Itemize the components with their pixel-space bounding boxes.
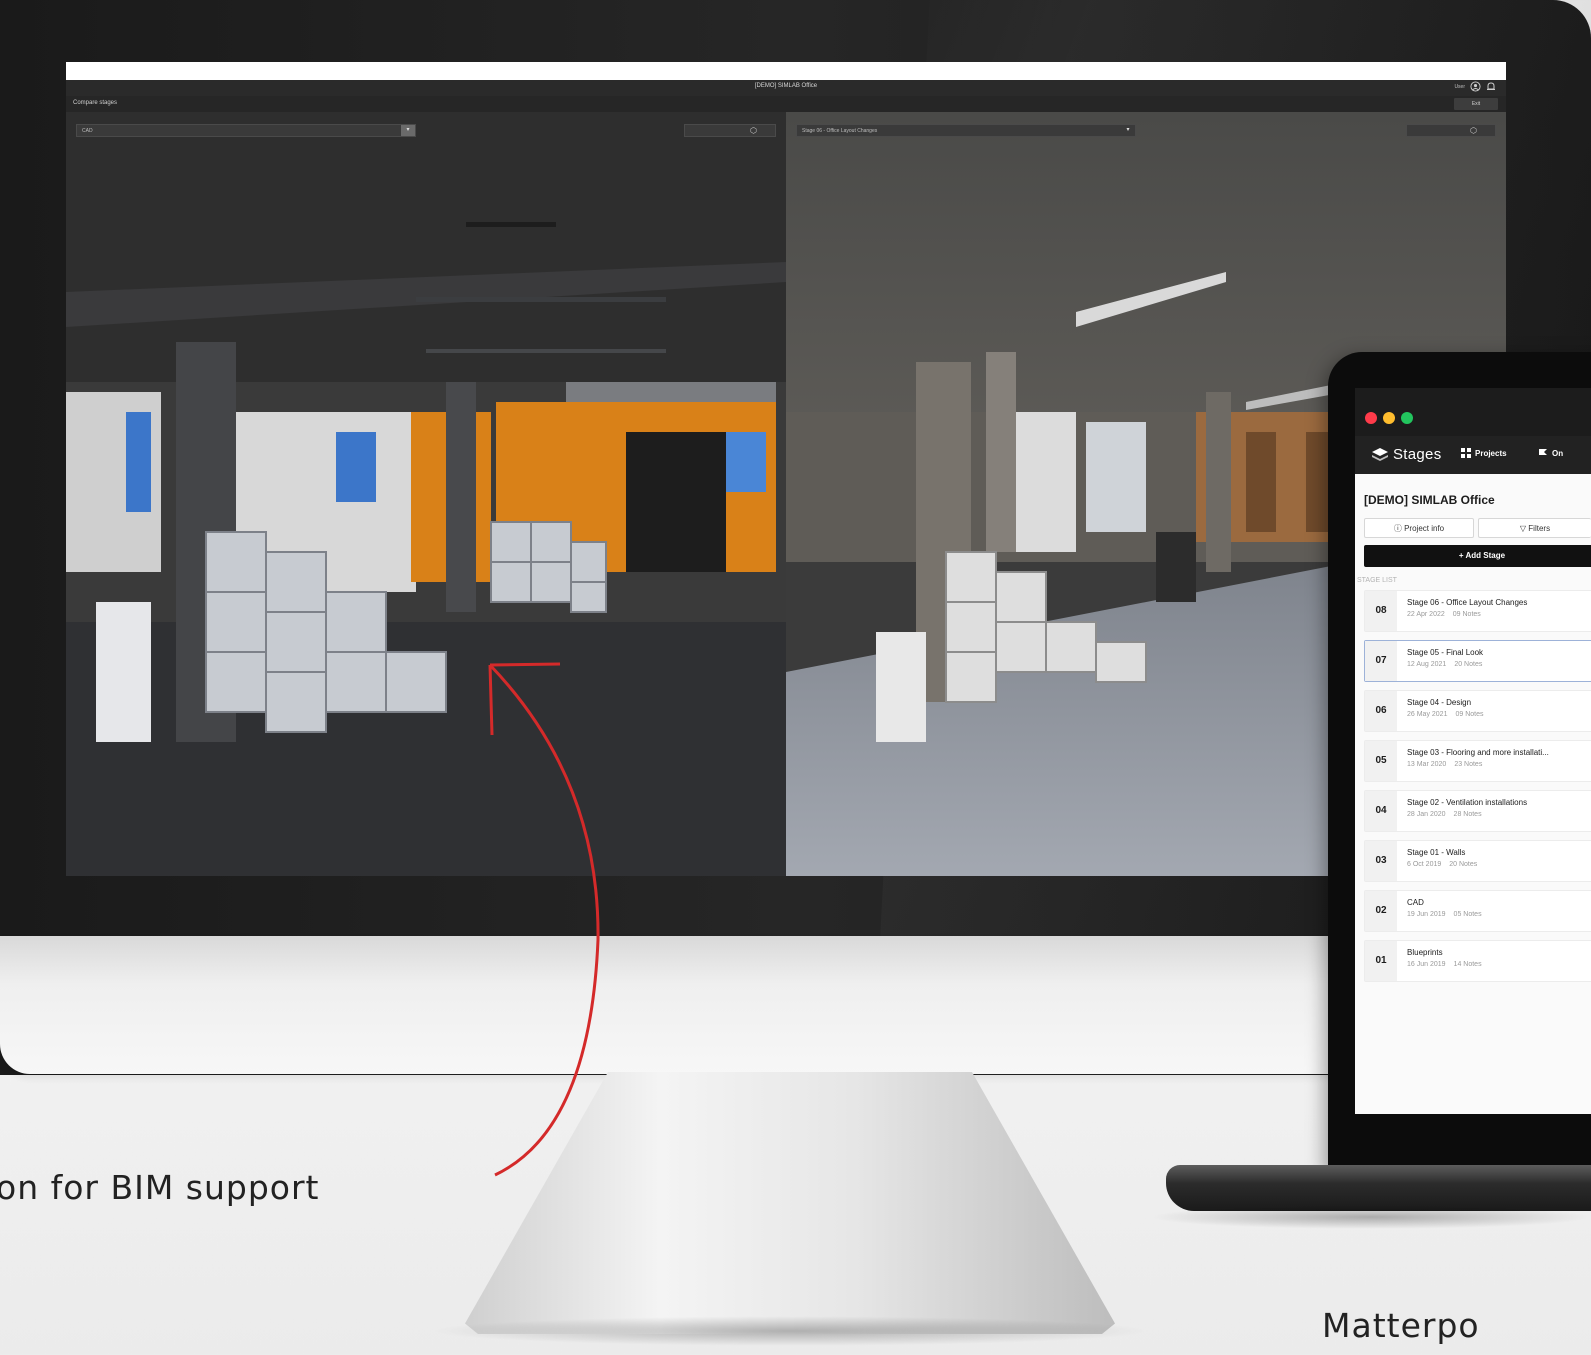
matterport-caption: Matterpo — [1322, 1306, 1480, 1345]
stage-list-label: STAGE LIST — [1357, 577, 1397, 584]
chevron-down-icon[interactable]: ▾ — [1121, 125, 1135, 136]
nav-third-item[interactable]: On — [1552, 449, 1563, 458]
stage-notes: 05 Notes — [1453, 911, 1482, 918]
stage-card[interactable]: 02CAD19 Jun 201905 Notes› — [1364, 890, 1591, 932]
stage-number: 06 — [1365, 691, 1397, 731]
filters-button[interactable]: ▽ Filters — [1478, 518, 1591, 538]
right-stage-select-value: Stage 06 - Office Layout Changes — [802, 128, 878, 134]
filters-label: Filters — [1528, 524, 1551, 533]
grid-icon — [1461, 448, 1471, 458]
close-window-button[interactable] — [1365, 412, 1377, 424]
stage-date: 13 Mar 2020 — [1407, 761, 1447, 768]
stage-date: 28 Jan 2020 — [1407, 811, 1446, 818]
stage-date: 26 May 2021 — [1407, 711, 1448, 718]
stage-name: Stage 05 - Final Look — [1407, 648, 1484, 657]
flag-icon — [1539, 449, 1547, 455]
stage-number: 02 — [1365, 891, 1397, 931]
cube-icon[interactable]: ⬡ — [1470, 126, 1477, 135]
stand-shadow — [430, 1316, 1150, 1346]
stage-card[interactable]: 08 Stage 06 - Office Layout Changes 22 Apr… — [1364, 590, 1591, 632]
stage-card[interactable]: 03Stage 01 - Walls6 Oct 201920 Notes› — [1364, 840, 1591, 882]
app-top-strip — [66, 62, 1506, 80]
desktop-screen: [DEMO] SIMLAB Office User Compare stages… — [66, 62, 1506, 876]
stage-notes: 09 Notes — [1455, 711, 1484, 718]
minimize-window-button[interactable] — [1383, 412, 1395, 424]
window-title: [DEMO] SIMLAB Office — [754, 83, 818, 89]
stage-meta: 12 Aug 2021 20 Notes — [1407, 661, 1490, 668]
right-view-toggle[interactable]: ⬡ — [1406, 124, 1496, 137]
left-stage-select-value: CAD — [82, 128, 93, 134]
stage-meta: 6 Oct 2019 20 Notes — [1407, 861, 1485, 868]
nav-projects[interactable]: Projects — [1475, 449, 1507, 458]
app-header: [DEMO] SIMLAB Office User — [66, 80, 1506, 97]
stage-date: 6 Oct 2019 — [1407, 861, 1442, 868]
laptop-screen: Stages Projects On [DEMO] SIMLAB Office … — [1355, 388, 1591, 1114]
bim-model-view[interactable]: CAD ▾ ⬡ — [66, 112, 786, 876]
chevron-down-icon[interactable]: ▾ — [401, 125, 415, 136]
cube-icon[interactable]: ⬡ — [750, 126, 757, 135]
bell-icon[interactable] — [1486, 81, 1496, 92]
stage-name: Stage 01 - Walls — [1407, 848, 1466, 857]
bim-3d-render — [66, 112, 786, 876]
stage-meta: 16 Jun 2019 14 Notes — [1407, 961, 1490, 968]
stage-notes: 20 Notes — [1454, 661, 1483, 668]
laptop-base-shadow — [1150, 1205, 1591, 1229]
compare-bar: Compare stages Exit — [66, 96, 1506, 113]
stage-name: Blueprints — [1407, 948, 1443, 957]
header-actions: User — [1454, 81, 1496, 92]
stage-number: 05 — [1365, 741, 1397, 781]
add-stage-button[interactable]: + Add Stage — [1364, 545, 1591, 567]
bim-caption: on for BIM support — [0, 1168, 320, 1207]
stage-name: Stage 03 - Flooring and more installati.… — [1407, 748, 1549, 757]
stage-card[interactable]: 04 Stage 02 - Ventilation installations 28… — [1364, 790, 1591, 832]
brand-name: Stages — [1393, 446, 1442, 463]
stage-notes: 09 Notes — [1452, 611, 1481, 618]
stages-logo-icon — [1372, 448, 1388, 461]
project-title: [DEMO] SIMLAB Office — [1364, 493, 1495, 507]
stage-date: 16 Jun 2019 — [1407, 961, 1446, 968]
left-stage-select[interactable]: CAD ▾ — [76, 124, 416, 137]
stage-name: Stage 06 - Office Layout Changes — [1407, 598, 1528, 607]
stage-name: Stage 02 - Ventilation installations — [1407, 798, 1528, 807]
stage-date: 12 Aug 2021 — [1407, 661, 1447, 668]
stage-card[interactable]: 05 Stage 03 - Flooring and more installat… — [1364, 740, 1591, 782]
project-info-button[interactable]: ⓘ Project info — [1364, 518, 1474, 538]
stage-number: 01 — [1365, 941, 1397, 981]
filter-icon: ▽ — [1519, 524, 1527, 533]
stage-meta: 26 May 2021 09 Notes — [1407, 711, 1492, 718]
user-icon[interactable] — [1470, 81, 1481, 92]
left-view-toggle[interactable]: ⬡ — [684, 124, 776, 137]
stage-notes: 20 Notes — [1449, 861, 1478, 868]
user-label[interactable]: User — [1454, 84, 1465, 90]
maximize-window-button[interactable] — [1401, 412, 1413, 424]
info-icon: ⓘ — [1393, 524, 1402, 533]
stage-notes: 28 Notes — [1453, 811, 1482, 818]
exit-button[interactable]: Exit — [1454, 98, 1498, 110]
stage-card[interactable]: 07 Stage 05 - Final Look 12 Aug 2021 20 Not… — [1364, 640, 1591, 682]
annotation-arrow — [488, 662, 600, 1177]
stage-number: 04 — [1365, 791, 1397, 831]
stage-name: CAD — [1407, 898, 1424, 907]
stage-number: 08 — [1365, 591, 1397, 631]
stage-meta: 19 Jun 2019 05 Notes — [1407, 911, 1490, 918]
stage-card[interactable]: 06Stage 04 - Design26 May 202109 Notes› — [1364, 690, 1591, 732]
stage-number: 03 — [1365, 841, 1397, 881]
stage-meta: 13 Mar 2020 23 Notes — [1407, 761, 1490, 768]
stage-name: Stage 04 - Design — [1407, 698, 1472, 707]
project-info-label: Project info — [1404, 524, 1445, 533]
laptop-navbar: Stages Projects On — [1355, 436, 1591, 474]
compare-title: Compare stages — [73, 100, 118, 106]
right-stage-select[interactable]: Stage 06 - Office Layout Changes ▾ — [796, 124, 1136, 137]
stage-date: 19 Jun 2019 — [1407, 911, 1446, 918]
stage-number: 07 — [1365, 641, 1397, 681]
laptop-titlebar — [1355, 388, 1591, 436]
stage-notes: 23 Notes — [1454, 761, 1483, 768]
stage-meta: 28 Jan 2020 28 Notes — [1407, 811, 1490, 818]
stage-card[interactable]: 01Blueprints16 Jun 201914 Notes› — [1364, 940, 1591, 982]
stage-notes: 14 Notes — [1453, 961, 1482, 968]
stage-date: 22 Apr 2022 — [1407, 611, 1445, 618]
stage-meta: 22 Apr 2022 09 Notes — [1407, 611, 1489, 618]
